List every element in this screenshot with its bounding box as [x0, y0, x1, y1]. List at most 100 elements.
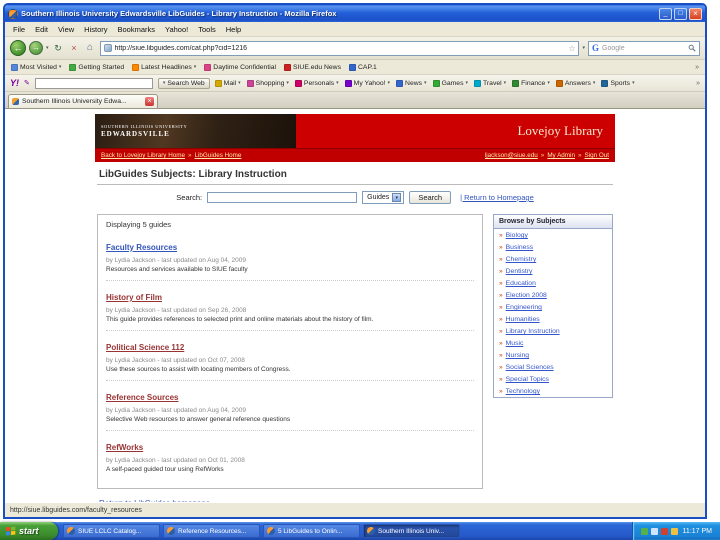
yahoo-item-mail[interactable]: Mail ▾ — [214, 79, 241, 87]
subject-item[interactable]: » Special Topics — [494, 373, 612, 385]
return-homepage-link[interactable]: | Return to Homepage — [460, 193, 534, 202]
subject-item[interactable]: » Chemistry — [494, 253, 612, 265]
subject-link[interactable]: Business — [506, 244, 534, 251]
yahoo-item-news[interactable]: News ▾ — [396, 79, 427, 87]
search-icon[interactable] — [688, 44, 696, 52]
menu-edit[interactable]: Edit — [31, 24, 52, 35]
breadcrumb-link-1[interactable]: LibGuides Home — [195, 152, 242, 159]
subject-link[interactable]: Humanities — [506, 316, 540, 323]
maximize-button[interactable]: □ — [674, 7, 687, 20]
menu-help[interactable]: Help — [222, 24, 245, 35]
account-link-1[interactable]: My Admin — [547, 152, 575, 159]
yahoo-item-travel[interactable]: Travel ▾ — [474, 79, 506, 87]
forward-button[interactable]: → — [29, 41, 43, 55]
search-button[interactable]: Search — [409, 191, 452, 204]
subject-link[interactable]: Election 2008 — [506, 292, 547, 299]
subject-link[interactable]: Library Instruction — [506, 328, 560, 335]
minimize-button[interactable]: _ — [659, 7, 672, 20]
taskbar-item[interactable]: SIUE LCLC Catalog... — [63, 524, 160, 538]
yahoo-logo-icon[interactable]: Y! — [10, 78, 19, 88]
yahoo-item-shopping[interactable]: Shopping ▾ — [246, 79, 289, 87]
history-dropdown-icon[interactable]: ▾ — [46, 45, 49, 51]
yahoo-overflow-icon[interactable]: » — [696, 80, 700, 87]
yahoo-item-personals[interactable]: Personals ▾ — [294, 79, 339, 87]
subject-item[interactable]: » Biology — [494, 229, 612, 241]
subject-item[interactable]: » Election 2008 — [494, 289, 612, 301]
guide-title-link[interactable]: Reference Sources — [106, 393, 178, 402]
menu-yahoo[interactable]: Yahoo! — [161, 24, 192, 35]
bookmark-latest-headlines[interactable]: Latest Headlines ▾ — [132, 63, 196, 71]
subject-item[interactable]: » Library Instruction — [494, 325, 612, 337]
subject-link[interactable]: Dentistry — [506, 268, 533, 275]
update-icon[interactable] — [670, 527, 678, 535]
pencil-icon[interactable]: ✎ — [24, 79, 30, 87]
subject-item[interactable]: » Music — [494, 337, 612, 349]
back-button[interactable]: ← — [10, 40, 26, 56]
subject-item[interactable]: » Dentistry — [494, 265, 612, 277]
start-button[interactable]: start — [0, 522, 58, 540]
subject-link[interactable]: Social Sciences — [506, 364, 554, 371]
stop-button[interactable]: × — [68, 41, 81, 55]
google-search-input[interactable]: Google — [602, 45, 685, 52]
subject-link[interactable]: Education — [506, 280, 536, 287]
yahoo-item-answers[interactable]: Answers ▾ — [555, 79, 595, 87]
guide-title-link[interactable]: Faculty Resources — [106, 243, 177, 252]
subject-item[interactable]: » Education — [494, 277, 612, 289]
taskbar-item[interactable]: Reference Resources... — [163, 524, 260, 538]
guide-search-input[interactable] — [207, 192, 358, 203]
subject-item[interactable]: » Humanities — [494, 313, 612, 325]
bookmark-star-icon[interactable]: ☆ — [568, 44, 575, 53]
url-text[interactable]: http://siue.libguides.com/cat.php?cid=12… — [115, 45, 566, 52]
home-button[interactable]: ⌂ — [84, 41, 97, 55]
yahoo-search-web-button[interactable]: ▾ Search Web — [157, 77, 210, 89]
subject-link[interactable]: Nursing — [506, 352, 529, 359]
account-link-0[interactable]: ljackson@siue.edu — [485, 152, 538, 159]
subject-link[interactable]: Biology — [506, 232, 528, 239]
title-bar[interactable]: Southern Illinois University Edwardsvill… — [5, 5, 705, 22]
bookmark-most-visited[interactable]: Most Visited ▾ — [11, 63, 61, 71]
yahoo-item-myyahoo[interactable]: My Yahoo! ▾ — [344, 79, 390, 87]
reload-button[interactable]: ↻ — [52, 41, 65, 55]
subject-link[interactable]: Chemistry — [506, 256, 537, 263]
subject-link[interactable]: Special Topics — [506, 376, 549, 383]
return-libguides-link[interactable]: Return to LibGuides homepage — [99, 499, 210, 502]
menu-history[interactable]: History — [80, 24, 111, 35]
address-bar[interactable]: http://siue.libguides.com/cat.php?cid=12… — [99, 40, 580, 56]
tab-siue-libguides[interactable]: Southern Illinois University Edwa... × — [8, 94, 158, 108]
url-dropdown-icon[interactable]: ▾ — [582, 45, 585, 51]
subject-item[interactable]: » Technology — [494, 385, 612, 397]
menu-view[interactable]: View — [54, 24, 78, 35]
close-button[interactable]: × — [689, 7, 702, 20]
bookmark-siue-edu-news[interactable]: SIUE.edu News — [284, 63, 341, 71]
yahoo-item-sports[interactable]: Sports ▾ — [601, 79, 635, 87]
security-shield-icon[interactable] — [640, 527, 648, 535]
google-search-box[interactable]: G Google — [588, 40, 700, 56]
antivirus-icon[interactable] — [660, 527, 668, 535]
bookmark-daytime-confidential[interactable]: Daytime Confidential — [204, 63, 276, 71]
account-link-2[interactable]: Sign Out — [584, 152, 609, 159]
guide-title-link[interactable]: History of Film — [106, 293, 162, 302]
guide-title-link[interactable]: Political Science 112 — [106, 343, 184, 352]
subject-item[interactable]: » Engineering — [494, 301, 612, 313]
tab-close-icon[interactable]: × — [145, 97, 154, 106]
subject-link[interactable]: Music — [506, 340, 524, 347]
menu-tools[interactable]: Tools — [194, 24, 220, 35]
yahoo-item-finance[interactable]: Finance ▾ — [512, 79, 550, 87]
bookmark-getting-started[interactable]: Getting Started — [69, 63, 124, 71]
menu-file[interactable]: File — [9, 24, 29, 35]
yahoo-item-games[interactable]: Games ▾ — [432, 79, 468, 87]
breadcrumb-link-0[interactable]: Back to Lovejoy Library Home — [101, 152, 185, 159]
taskbar-item[interactable]: 5 LibGuides to Onlin... — [263, 524, 360, 538]
guide-title-link[interactable]: RefWorks — [106, 443, 143, 452]
yahoo-search-input[interactable] — [34, 77, 153, 89]
menu-bookmarks[interactable]: Bookmarks — [114, 24, 160, 35]
subject-link[interactable]: Engineering — [506, 304, 542, 311]
network-icon[interactable] — [650, 527, 658, 535]
bookmark-cap-1[interactable]: CAP.1 — [349, 63, 377, 71]
taskbar-item[interactable]: Southern Illinois Univ... — [363, 524, 460, 538]
bookmarks-overflow-icon[interactable]: » — [695, 64, 699, 71]
subject-link[interactable]: Technology — [506, 388, 540, 395]
subject-item[interactable]: » Business — [494, 241, 612, 253]
subject-item[interactable]: » Social Sciences — [494, 361, 612, 373]
search-scope-select[interactable]: Guides ▾ — [362, 191, 405, 204]
